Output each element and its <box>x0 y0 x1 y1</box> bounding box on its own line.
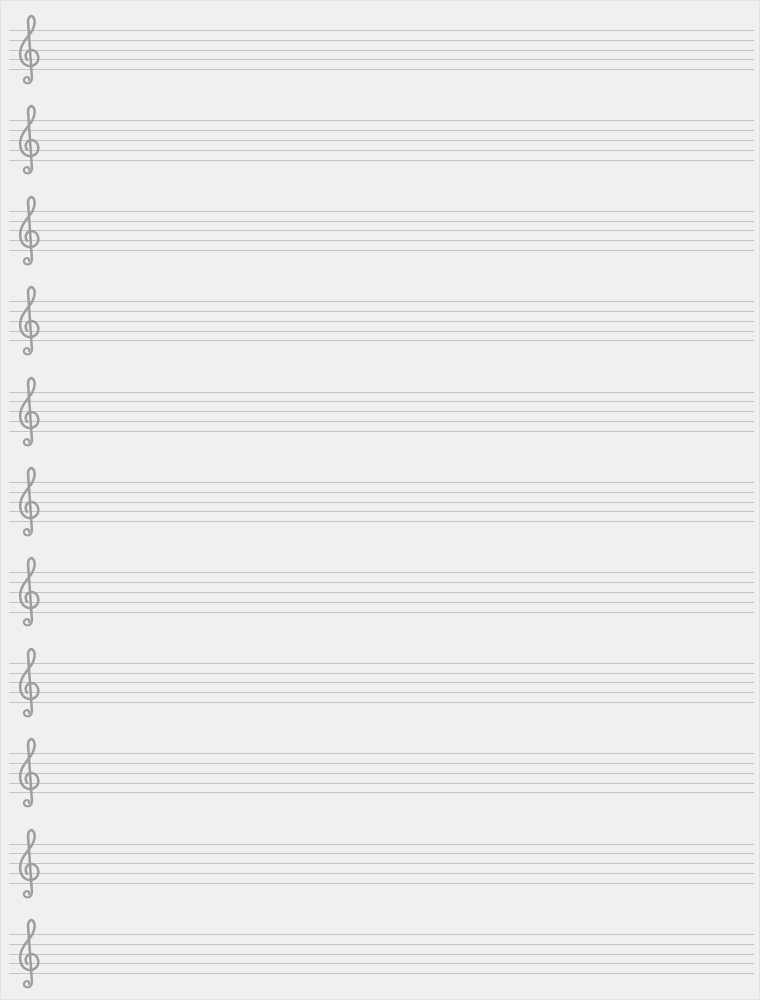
staff-line <box>9 521 754 523</box>
staff-line <box>9 582 754 584</box>
treble-clef-icon <box>18 286 40 356</box>
staff-line <box>9 230 754 232</box>
staff-line <box>9 30 754 31</box>
staff-line <box>9 249 754 251</box>
staff <box>9 376 754 452</box>
staff <box>9 918 754 994</box>
staff-line <box>9 491 754 493</box>
staff-line <box>9 149 754 151</box>
staff-line <box>9 753 754 755</box>
staff-line <box>9 220 754 222</box>
staff-line <box>9 611 754 613</box>
staff-line <box>9 69 754 71</box>
staff-line <box>9 792 754 794</box>
staff-line <box>9 159 754 161</box>
staff <box>9 466 754 542</box>
staff-line <box>9 340 754 342</box>
staff-line <box>9 310 754 312</box>
treble-clef-icon <box>18 105 40 175</box>
treble-clef-icon <box>18 828 40 899</box>
staff-line <box>9 482 754 483</box>
staff-line <box>9 501 754 503</box>
staff <box>9 557 754 632</box>
staff-line <box>9 963 754 965</box>
staff <box>9 647 754 723</box>
staff-line <box>9 139 754 141</box>
staff-line <box>9 762 754 764</box>
staff-line <box>9 240 754 242</box>
treble-clef-icon <box>18 918 40 989</box>
staff <box>9 286 754 361</box>
staff <box>9 828 754 904</box>
staff-line <box>9 49 754 51</box>
staff-line <box>9 391 754 393</box>
staff-line <box>9 872 754 874</box>
staff <box>9 738 754 813</box>
staff-line <box>9 120 754 122</box>
staff-line <box>9 863 754 865</box>
staff-line <box>9 420 754 422</box>
staff-line <box>9 882 754 884</box>
staff-line <box>9 411 754 413</box>
staff-line <box>9 59 754 61</box>
staff-line <box>9 430 754 432</box>
staff-line <box>9 701 754 703</box>
treble-clef-icon <box>18 195 40 266</box>
staff-line <box>9 210 754 212</box>
staff-line <box>9 662 754 664</box>
staff <box>9 105 754 180</box>
treble-clef-icon <box>18 738 40 808</box>
staff-line <box>9 682 754 684</box>
staff-line <box>9 320 754 322</box>
staff-line <box>9 953 754 955</box>
staff-line <box>9 943 754 945</box>
staff-line <box>9 772 754 774</box>
treble-clef-icon <box>18 14 40 85</box>
staff-line <box>9 591 754 593</box>
staff-line <box>9 511 754 513</box>
staff-line <box>9 601 754 603</box>
staff-line <box>9 401 754 403</box>
staff-line <box>9 330 754 332</box>
treble-clef-icon <box>18 557 40 627</box>
treble-clef-icon <box>18 466 40 537</box>
staff <box>9 195 754 271</box>
treble-clef-icon <box>18 376 40 447</box>
staff <box>9 14 754 90</box>
staff-line <box>9 672 754 674</box>
staff-paper-sheet <box>0 0 760 1000</box>
staff-line <box>9 572 754 574</box>
staff-line <box>9 973 754 975</box>
treble-clef-icon <box>18 647 40 718</box>
staff-line <box>9 301 754 303</box>
staff-line <box>9 853 754 855</box>
staff-line <box>9 692 754 694</box>
staff-line <box>9 782 754 784</box>
staff-line <box>9 130 754 132</box>
staff-line <box>9 934 754 935</box>
staff-line <box>9 843 754 845</box>
staff-line <box>9 39 754 41</box>
